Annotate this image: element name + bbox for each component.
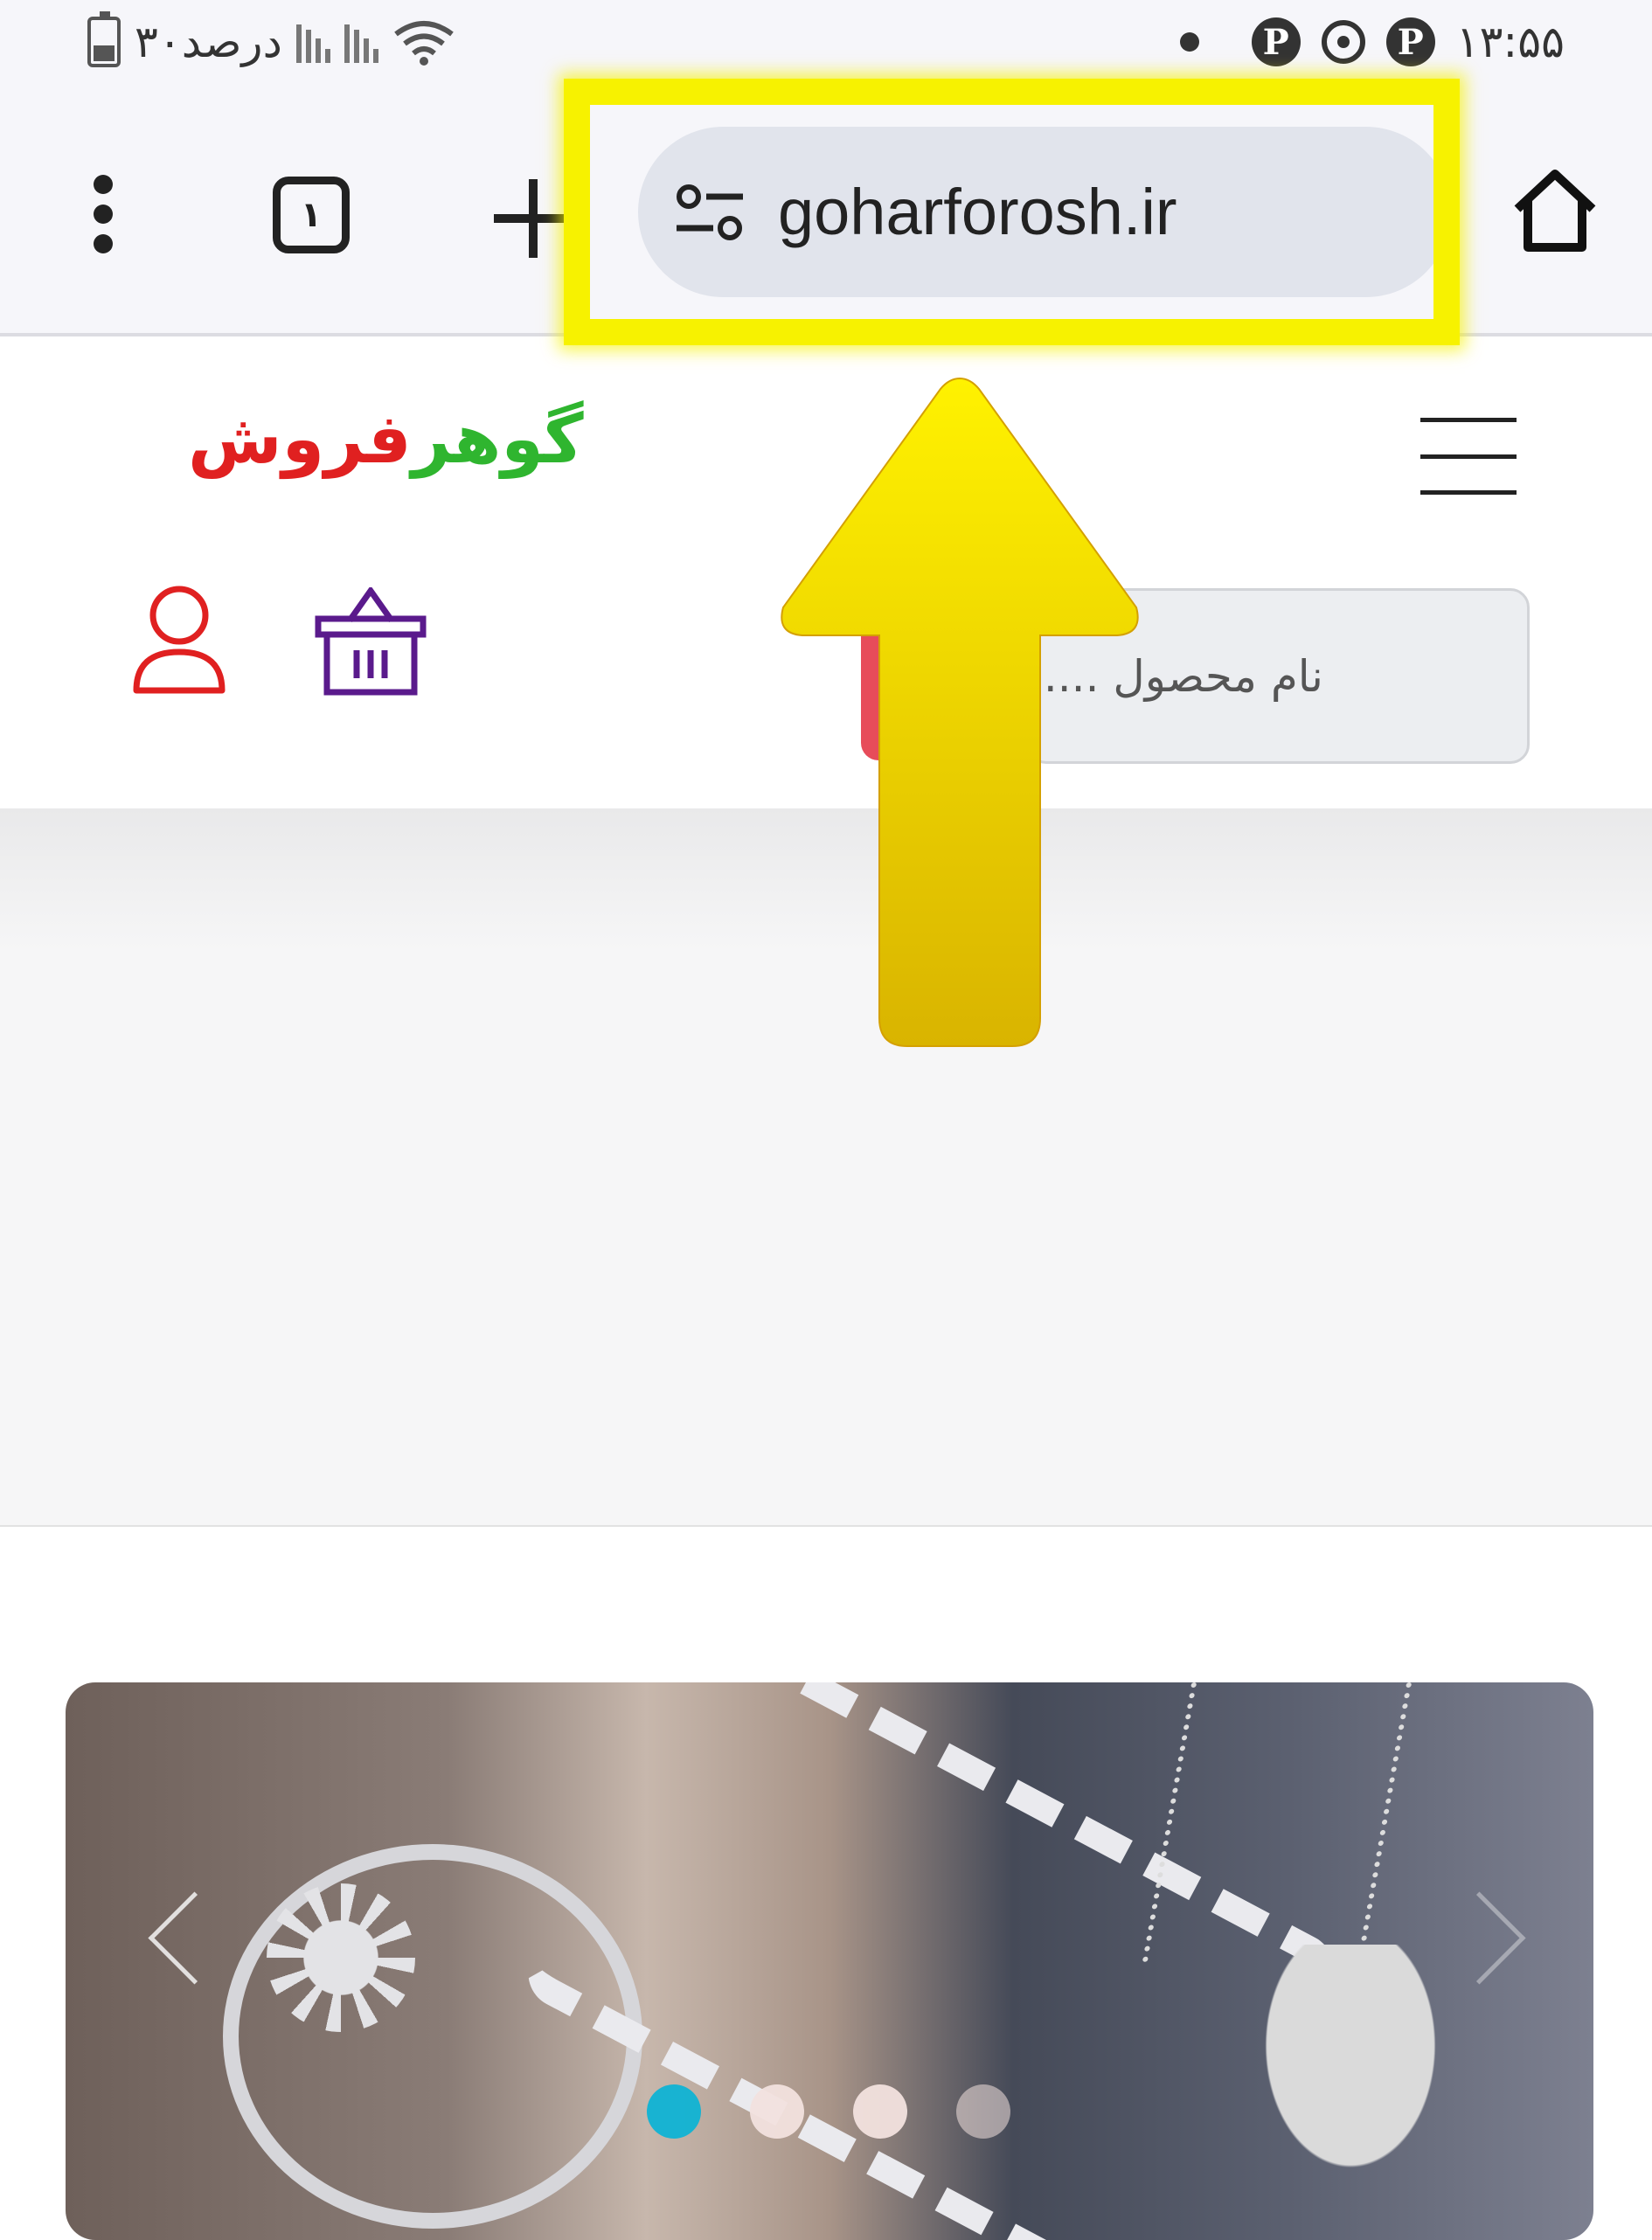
more-vert-icon[interactable] [87, 175, 119, 253]
slider-dot[interactable] [853, 2084, 907, 2139]
chain-image [1142, 1682, 1413, 1962]
wifi-icon [394, 21, 454, 66]
battery-icon [87, 11, 121, 67]
basket-icon[interactable] [315, 587, 427, 697]
bottom-section [0, 1525, 1652, 1654]
site-logo[interactable]: گوهرفروش [188, 400, 584, 479]
pinterest-icon-2: P [1385, 17, 1435, 66]
status-bar: ۳۰درصد P P ۱۳:۵۵ [0, 0, 1652, 83]
pinterest-icon: P [1251, 17, 1301, 66]
slider-prev-icon[interactable] [148, 1891, 241, 1985]
hamburger-menu-icon[interactable] [1420, 418, 1517, 495]
slider-dot[interactable] [750, 2084, 804, 2139]
home-icon[interactable] [1510, 169, 1600, 253]
signal-icon-2 [344, 21, 378, 63]
clock: ۱۳:۵۵ [1455, 17, 1565, 67]
logo-part-2: فروش [188, 400, 412, 479]
annotation-arrow-icon [781, 377, 1139, 1047]
notification-dot-icon [1179, 32, 1199, 52]
status-right: P P ۱۳:۵۵ [1179, 7, 1565, 77]
annotation-highlight-box [564, 79, 1460, 345]
ornament-pendant-image [1219, 1945, 1482, 2233]
image-slider[interactable] [66, 1682, 1593, 2240]
signal-icon [295, 21, 330, 63]
slider-dot[interactable] [647, 2084, 701, 2139]
pendant-flower-decoration [267, 1883, 415, 2032]
slider-dots [647, 2084, 1010, 2139]
user-icon[interactable] [133, 584, 226, 696]
tab-switcher-button[interactable]: ۱ [273, 177, 350, 253]
slider-dot[interactable] [956, 2084, 1010, 2139]
tab-count: ۱ [300, 195, 323, 235]
sync-icon [1321, 20, 1365, 64]
status-left: ۳۰درصد [87, 7, 455, 77]
battery-text: ۳۰درصد [135, 17, 282, 67]
logo-part-1: گوهر [411, 400, 584, 479]
